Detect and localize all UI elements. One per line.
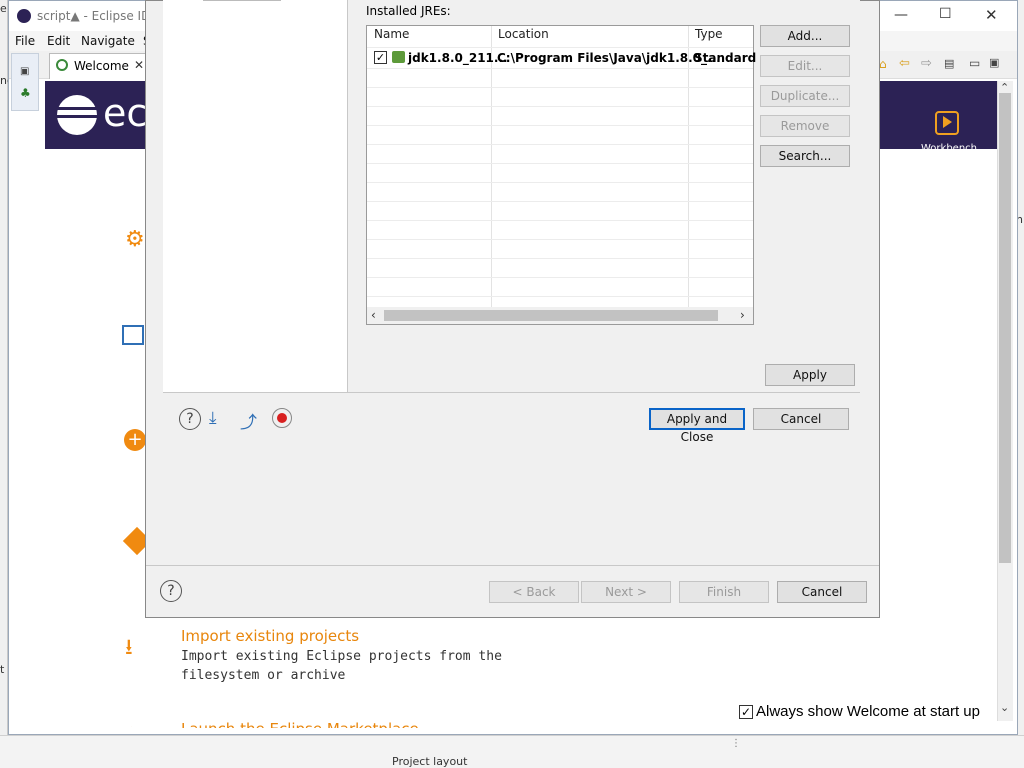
dialog-separator xyxy=(163,392,860,393)
preferences-tree-pane[interactable] xyxy=(163,0,348,392)
preferences-cancel-button[interactable]: Cancel xyxy=(753,408,849,430)
logo-stripe xyxy=(57,115,97,118)
search-jre-button[interactable]: Search... xyxy=(760,145,850,167)
import-desc-line-1: Import existing Eclipse projects from th… xyxy=(181,649,502,664)
add-jre-button[interactable]: Add... xyxy=(760,25,850,47)
jre-library-icon xyxy=(392,51,405,63)
welcome-globe-icon xyxy=(56,59,68,71)
row-divider xyxy=(367,220,753,221)
close-icon[interactable]: ✕ xyxy=(985,6,998,24)
scroll-down-icon[interactable]: ⌄ xyxy=(1000,701,1009,714)
remove-jre-button[interactable]: Remove xyxy=(760,115,850,137)
create-project-plus-icon[interactable]: + xyxy=(124,429,146,451)
duplicate-jre-button[interactable]: Duplicate... xyxy=(760,85,850,107)
window-title: script▲ - Eclipse IDE xyxy=(37,9,158,23)
table-row[interactable]: ✓ jdk1.8.0_211... C:\Program Files\Java\… xyxy=(368,48,774,68)
import-desc-line-2: filesystem or archive xyxy=(181,668,346,683)
column-header-location[interactable]: Location xyxy=(498,27,549,47)
tab-welcome[interactable]: Welcome ✕ xyxy=(49,53,149,79)
scroll-left-icon[interactable]: ‹ xyxy=(371,308,376,322)
minimize-view-icon[interactable]: ▭ xyxy=(969,56,980,70)
restore-icon[interactable]: ▣ xyxy=(20,66,29,77)
workbench-icon[interactable] xyxy=(935,111,959,135)
wizard-back-button[interactable]: < Back xyxy=(489,581,579,603)
row-divider xyxy=(367,182,753,183)
scroll-right-icon[interactable]: › xyxy=(740,308,745,322)
wizard-next-button[interactable]: Next > xyxy=(581,581,671,603)
row-divider xyxy=(367,163,753,164)
left-trim-stack: ▣ ♣ xyxy=(11,53,39,111)
desktop-left-strip xyxy=(0,0,8,768)
layout-icon[interactable]: ▤ xyxy=(944,57,954,70)
wizard-separator xyxy=(146,565,879,566)
table-scroll-thumb[interactable] xyxy=(384,310,718,321)
row-divider xyxy=(367,296,753,297)
menu-file[interactable]: File xyxy=(15,34,35,48)
logo-stripe xyxy=(57,107,97,110)
row-divider xyxy=(367,239,753,240)
always-show-label: Always show Welcome at start up xyxy=(756,703,980,720)
maximize-icon[interactable]: ☐ xyxy=(939,6,952,22)
export-prefs-icon[interactable]: ⤴ xyxy=(240,408,257,433)
row-divider xyxy=(367,87,753,88)
jre-table[interactable] xyxy=(366,25,754,325)
menu-navigate[interactable]: Navigate xyxy=(81,34,135,48)
always-show-checkbox[interactable]: ✓ xyxy=(739,705,753,719)
resize-grip-icon[interactable]: ⋮ xyxy=(731,738,741,749)
apply-button[interactable]: Apply xyxy=(765,364,855,386)
tree-filter-edge xyxy=(203,0,281,1)
forward-arrow-icon[interactable]: ⇨ xyxy=(921,56,932,71)
wizard-finish-button[interactable]: Finish xyxy=(679,581,769,603)
customize-gear-icon[interactable]: ⚙ xyxy=(125,227,145,252)
welcome-tab-label: Welcome xyxy=(74,59,129,73)
scroll-up-icon[interactable]: ⌃ xyxy=(1000,81,1009,94)
jre-location-cell: C:\Program Files\Java\jdk1.8.0_... xyxy=(497,51,721,65)
tutorial-clipboard-icon[interactable] xyxy=(122,325,144,345)
import-download-icon[interactable]: ⭳ xyxy=(125,630,133,668)
welcome-scroll-thumb[interactable] xyxy=(999,93,1011,563)
project-layout-label: Project layout xyxy=(392,755,468,768)
menu-edit[interactable]: Edit xyxy=(47,34,70,48)
desktop-bottom-strip xyxy=(0,735,1024,768)
minimize-icon[interactable]: — xyxy=(894,7,908,23)
row-divider xyxy=(367,144,753,145)
row-divider xyxy=(367,277,753,278)
apply-and-close-button[interactable]: Apply and Close xyxy=(649,408,745,444)
column-header-name[interactable]: Name xyxy=(374,27,409,47)
import-prefs-icon[interactable]: ⤓ xyxy=(209,408,217,428)
maximize-view-icon[interactable]: ▣ xyxy=(989,56,999,69)
marketplace-link[interactable]: Launch the Eclipse Marketplace xyxy=(181,720,419,728)
jre-default-checkbox[interactable]: ✓ xyxy=(374,51,387,64)
eclipse-logo-icon xyxy=(17,9,31,23)
help-icon[interactable]: ? xyxy=(179,408,201,430)
back-arrow-icon[interactable]: ⇦ xyxy=(899,56,910,71)
row-divider xyxy=(367,258,753,259)
package-explorer-icon[interactable]: ♣ xyxy=(20,86,31,100)
oomph-record-icon[interactable] xyxy=(272,408,292,428)
home-icon[interactable]: ⌂ xyxy=(879,57,887,71)
banner-logo-text: ec xyxy=(103,91,148,135)
jre-name-cell: jdk1.8.0_211... xyxy=(408,51,508,65)
installed-jres-label: Installed JREs: xyxy=(366,4,451,18)
marketplace-icon[interactable]: ▲ xyxy=(125,722,147,727)
row-divider xyxy=(367,201,753,202)
wizard-help-icon[interactable]: ? xyxy=(160,580,182,602)
edit-jre-button[interactable]: Edit... xyxy=(760,55,850,77)
column-header-type[interactable]: Type xyxy=(695,27,723,47)
desktop-left-char: e xyxy=(0,2,7,15)
import-existing-projects-link[interactable]: Import existing projects xyxy=(181,627,359,645)
row-divider xyxy=(367,106,753,107)
wizard-cancel-button[interactable]: Cancel xyxy=(777,581,867,603)
tab-close-icon[interactable]: ✕ xyxy=(134,58,144,72)
row-divider xyxy=(367,68,753,69)
row-divider xyxy=(367,125,753,126)
